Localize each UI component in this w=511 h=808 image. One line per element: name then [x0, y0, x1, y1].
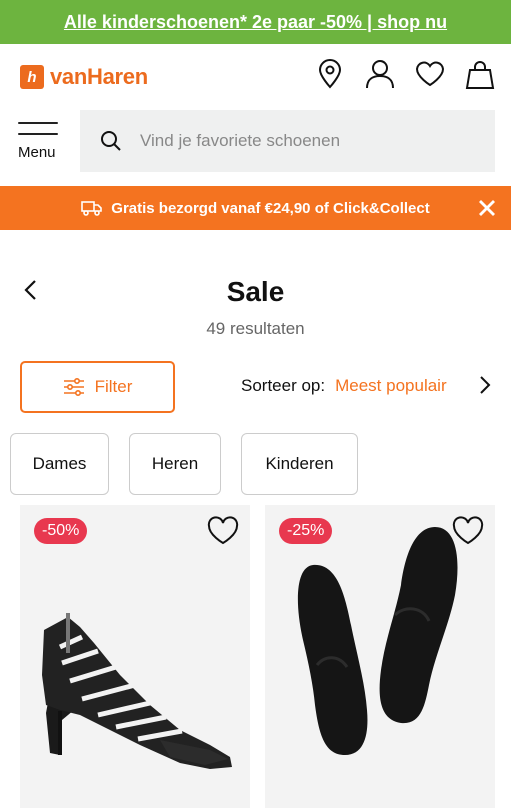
- search-icon[interactable]: [100, 130, 122, 152]
- result-count: 49 resultaten: [206, 319, 305, 338]
- product-card[interactable]: -25%: [265, 505, 495, 808]
- truck-icon: [81, 201, 103, 216]
- page-title: Sale: [226, 276, 285, 307]
- search-bar: [80, 110, 495, 172]
- logo[interactable]: h vanHaren: [20, 64, 148, 90]
- promo-bar: Alle kinderschoenen* 2e paar -50% | shop…: [0, 0, 511, 44]
- heart-icon[interactable]: [451, 516, 485, 546]
- shopping-bag-icon[interactable]: [464, 58, 496, 90]
- product-image-insoles: [297, 527, 458, 755]
- logo-mark: h: [20, 65, 44, 89]
- sort-control[interactable]: Sorteer op: Meest populair: [241, 376, 447, 396]
- sort-value[interactable]: Meest populair: [335, 376, 447, 396]
- product-image-heel: [42, 613, 232, 769]
- location-pin-icon[interactable]: [314, 58, 346, 90]
- filter-label: Filter: [94, 377, 133, 396]
- site-header: h vanHaren: [0, 44, 511, 110]
- menu-label: Menu: [18, 144, 56, 161]
- product-card[interactable]: -50%: [20, 505, 250, 808]
- chip-dames[interactable]: Dames: [10, 433, 109, 495]
- sliders-icon: [63, 378, 84, 396]
- promo-link[interactable]: Alle kinderschoenen* 2e paar -50% | shop…: [64, 12, 447, 33]
- chip-heren[interactable]: Heren: [129, 433, 221, 495]
- filter-button[interactable]: Filter: [20, 361, 175, 413]
- chip-kinderen[interactable]: Kinderen: [241, 433, 358, 495]
- close-icon[interactable]: [475, 196, 499, 220]
- hamburger-icon: [18, 122, 62, 135]
- logo-text: vanHaren: [50, 64, 148, 89]
- discount-badge: -25%: [279, 518, 333, 544]
- search-input[interactable]: [140, 131, 460, 151]
- sort-label: Sorteer op:: [241, 376, 326, 395]
- chevron-right-icon[interactable]: [475, 373, 495, 397]
- shipping-banner: Gratis bezorgd vanaf €24,90 of Click&Col…: [0, 186, 511, 230]
- user-icon[interactable]: [364, 58, 396, 90]
- heart-icon[interactable]: [414, 58, 446, 90]
- shipping-text: Gratis bezorgd vanaf €24,90 of Click&Col…: [111, 199, 430, 217]
- heart-icon[interactable]: [206, 516, 240, 546]
- menu-button[interactable]: Menu: [18, 122, 62, 162]
- discount-badge: -50%: [34, 518, 88, 544]
